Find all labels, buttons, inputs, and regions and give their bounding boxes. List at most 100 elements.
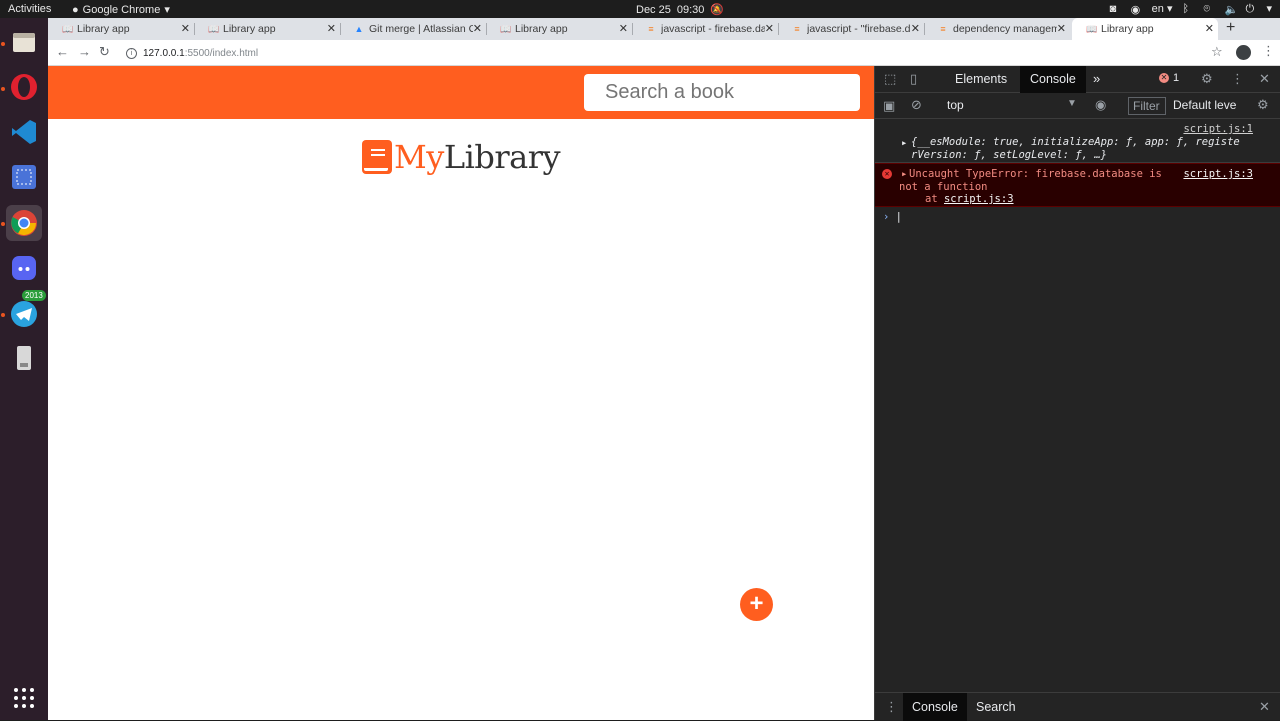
browser-tab[interactable]: ≡ javascript - firebase.da ✕ bbox=[632, 18, 778, 40]
chrome-icon bbox=[11, 210, 37, 236]
sidebar-toggle-icon[interactable]: ▣ bbox=[883, 98, 895, 114]
close-drawer-icon[interactable]: ✕ bbox=[1259, 699, 1270, 715]
drawer-tab-console[interactable]: Console bbox=[903, 693, 967, 721]
clear-console-icon[interactable]: ⊘ bbox=[911, 97, 922, 113]
log-levels-dropdown[interactable]: Default leve bbox=[1173, 98, 1236, 112]
close-tab-icon[interactable]: ✕ bbox=[619, 22, 628, 35]
close-tab-icon[interactable]: ✕ bbox=[473, 22, 482, 35]
discord-icon bbox=[12, 256, 36, 280]
system-tray[interactable]: ◙ ◉ en ▾ ᛒ ⌾ 🔈 ⏻ ▾ bbox=[1110, 2, 1272, 16]
source-link[interactable]: script.js:1 bbox=[1183, 123, 1253, 135]
search-input[interactable] bbox=[584, 74, 860, 111]
running-indicator bbox=[1, 87, 5, 91]
chevron-down-icon[interactable]: ▼ bbox=[1067, 98, 1077, 109]
kebab-menu-icon[interactable]: ⋮ bbox=[1231, 71, 1244, 87]
show-applications-button[interactable] bbox=[6, 680, 42, 716]
tab-title: javascript - firebase.da bbox=[661, 23, 765, 35]
drawer-menu-icon[interactable]: ⋮ bbox=[885, 699, 898, 715]
reload-icon[interactable]: ↻ bbox=[99, 44, 110, 60]
back-icon[interactable]: ← bbox=[56, 44, 69, 59]
browser-tab[interactable]: ≡ dependency managem ✕ bbox=[924, 18, 1070, 40]
close-tab-icon[interactable]: ✕ bbox=[1205, 22, 1214, 35]
settings-gear-icon[interactable]: ⚙ bbox=[1201, 71, 1213, 87]
dock: 2013 bbox=[0, 18, 48, 720]
screenshot-launcher[interactable] bbox=[6, 159, 42, 195]
stack-source-link[interactable]: script.js:3 bbox=[944, 193, 1014, 205]
browser-tab-active[interactable]: 📖 Library app ✕ bbox=[1072, 18, 1218, 40]
log-object-line2: rVersion: ƒ, setLogLevel: ƒ, …} bbox=[911, 149, 1107, 161]
bookmark-star-icon[interactable]: ☆ bbox=[1211, 44, 1223, 60]
close-tab-icon[interactable]: ✕ bbox=[765, 22, 774, 35]
browser-tab[interactable]: 📖 Library app ✕ bbox=[486, 18, 632, 40]
book-icon: 📖 bbox=[1086, 24, 1098, 34]
close-tab-icon[interactable]: ✕ bbox=[1057, 22, 1066, 35]
system-top-bar: Activities ● Google Chrome ▾ Dec 25 09:3… bbox=[0, 0, 1280, 18]
volume-icon[interactable]: 🔈 bbox=[1224, 3, 1238, 16]
drawer-tab-search[interactable]: Search bbox=[967, 693, 1025, 721]
opera-launcher[interactable] bbox=[6, 69, 42, 105]
globe-icon[interactable]: ◉ bbox=[1131, 3, 1142, 16]
usb-drive-launcher[interactable] bbox=[6, 341, 42, 377]
browser-tab[interactable]: ≡ javascript - "firebase.d ✕ bbox=[778, 18, 924, 40]
close-tab-icon[interactable]: ✕ bbox=[327, 22, 336, 35]
url-path: :5500/index.html bbox=[184, 47, 259, 59]
power-icon[interactable]: ⏻ bbox=[1245, 3, 1256, 15]
error-counter[interactable]: ✕ 1 bbox=[1159, 72, 1179, 84]
tab-title: Git merge | Atlassian G bbox=[369, 23, 473, 35]
expand-arrow-icon[interactable]: ▸ bbox=[901, 137, 907, 149]
chrome-menu-icon[interactable]: ⋮ bbox=[1262, 43, 1275, 59]
chrome-launcher[interactable] bbox=[6, 205, 42, 241]
tab-title: Library app bbox=[515, 23, 568, 35]
forward-icon[interactable]: → bbox=[78, 44, 91, 59]
stackoverflow-icon: ≡ bbox=[794, 24, 800, 34]
site-info-icon[interactable]: i bbox=[126, 47, 137, 59]
console-filter-bar: ▣ ⊘ top ▼ ◉ Filter Default leve ⚙ bbox=[875, 93, 1280, 119]
expand-arrow-icon[interactable]: ▸ bbox=[901, 168, 907, 180]
chevron-down-icon[interactable]: ▾ bbox=[1266, 2, 1272, 15]
time: 09:30 bbox=[676, 3, 705, 16]
tab-elements[interactable]: Elements bbox=[945, 66, 1017, 93]
new-tab-button[interactable]: + bbox=[1226, 19, 1235, 37]
atlassian-icon: ▲ bbox=[354, 24, 364, 34]
address-bar: ← → ↻ i 127.0.0.1:5500/index.html ☆ ⋮ bbox=[48, 40, 1280, 66]
text-cursor: | bbox=[895, 211, 902, 223]
discord-launcher[interactable] bbox=[6, 250, 42, 286]
live-expression-eye-icon[interactable]: ◉ bbox=[1095, 97, 1106, 113]
context-selector[interactable]: top bbox=[947, 98, 964, 112]
close-tab-icon[interactable]: ✕ bbox=[911, 22, 920, 35]
app-menu[interactable]: ● Google Chrome ▾ bbox=[72, 3, 170, 17]
app-grid-icon bbox=[14, 688, 34, 708]
log-object-line1[interactable]: {__esModule: true, initializeApp: ƒ, app… bbox=[911, 136, 1240, 148]
device-toolbar-icon[interactable]: ▯ bbox=[910, 71, 917, 87]
tab-title: javascript - "firebase.d bbox=[807, 23, 911, 35]
activities-button[interactable]: Activities bbox=[8, 3, 51, 15]
console-settings-gear-icon[interactable]: ⚙ bbox=[1257, 97, 1269, 113]
close-tab-icon[interactable]: ✕ bbox=[181, 22, 190, 35]
browser-tab[interactable]: 📖 Library app ✕ bbox=[194, 18, 340, 40]
filter-input[interactable]: Filter bbox=[1128, 97, 1166, 115]
language-indicator[interactable]: en ▾ bbox=[1152, 2, 1173, 15]
network-icon[interactable]: ⌾ bbox=[1203, 3, 1214, 15]
inspect-element-icon[interactable]: ⬚ bbox=[884, 71, 896, 87]
files-launcher[interactable] bbox=[6, 24, 42, 60]
more-tabs-icon[interactable]: » bbox=[1093, 71, 1100, 86]
clock[interactable]: Dec 25 09:30 🔕 bbox=[636, 3, 724, 17]
url-field[interactable]: i 127.0.0.1:5500/index.html bbox=[120, 43, 1200, 63]
tab-console[interactable]: Console bbox=[1020, 66, 1086, 93]
console-prompt[interactable]: › | bbox=[875, 207, 1280, 227]
browser-tab[interactable]: 📖 Library app ✕ bbox=[48, 18, 194, 40]
tab-title: Library app bbox=[1101, 23, 1154, 35]
vscode-icon bbox=[12, 120, 36, 144]
app-menu-label: Google Chrome bbox=[82, 3, 161, 16]
bluetooth-icon[interactable]: ᛒ bbox=[1182, 3, 1193, 15]
vscode-launcher[interactable] bbox=[6, 114, 42, 150]
language-label: en bbox=[1151, 3, 1164, 15]
add-book-button[interactable]: + bbox=[740, 588, 773, 621]
close-devtools-icon[interactable]: ✕ bbox=[1259, 71, 1270, 87]
source-link[interactable]: script.js:3 bbox=[1183, 168, 1253, 180]
profile-avatar[interactable] bbox=[1236, 45, 1251, 60]
console-error-entry: ✕ script.js:3 ▸ Uncaught TypeError: fire… bbox=[875, 163, 1280, 207]
discord-tray-icon[interactable]: ◙ bbox=[1110, 3, 1121, 15]
browser-tab[interactable]: ▲ Git merge | Atlassian G ✕ bbox=[340, 18, 486, 40]
telegram-launcher[interactable]: 2013 bbox=[6, 290, 46, 332]
